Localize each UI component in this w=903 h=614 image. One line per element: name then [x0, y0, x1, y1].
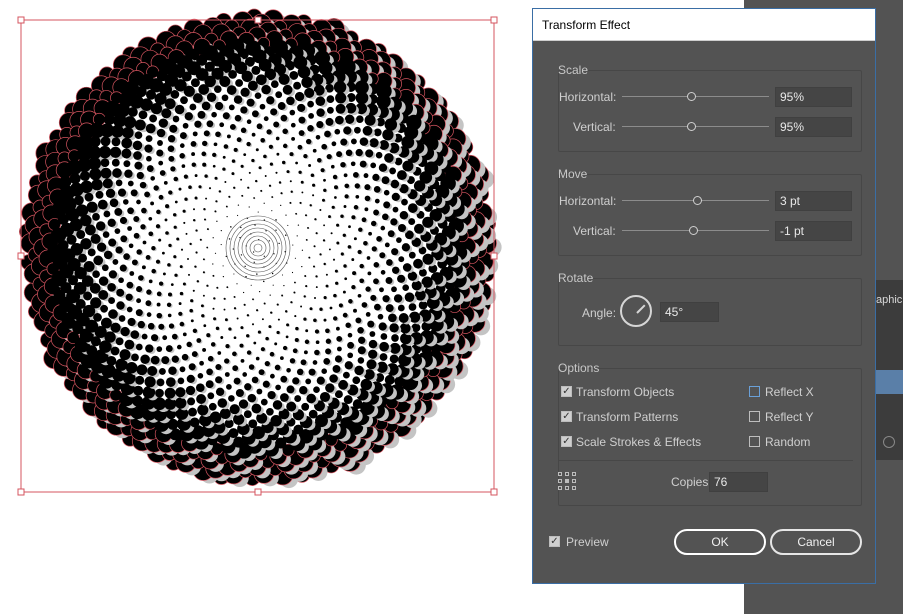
angle-field[interactable]: 45° [660, 302, 719, 322]
resize-handle[interactable] [490, 16, 498, 24]
resize-handle[interactable] [254, 16, 262, 24]
reflect-y-label[interactable]: Reflect Y [765, 410, 813, 424]
resize-handle[interactable] [17, 488, 25, 496]
move-vertical-slider-thumb[interactable] [688, 226, 698, 235]
preview-label[interactable]: Preview [566, 535, 609, 549]
resize-handle[interactable] [17, 252, 25, 260]
move-horizontal-label: Horizontal: [559, 194, 617, 208]
options-section-title: Options [558, 361, 600, 375]
reflect-y-checkbox[interactable] [749, 411, 760, 422]
random-label[interactable]: Random [765, 435, 810, 449]
scale-strokes-label[interactable]: Scale Strokes & Effects [576, 435, 701, 449]
options-divider [559, 460, 853, 461]
scale-vertical-field[interactable]: 95% [775, 117, 852, 137]
move-vertical-label: Vertical: [573, 224, 616, 238]
reflect-x-label[interactable]: Reflect X [765, 385, 814, 399]
resize-handle[interactable] [490, 488, 498, 496]
dialog-titlebar[interactable]: Transform Effect [533, 9, 875, 41]
app-side-panel: aphic [876, 280, 903, 460]
move-section-title: Move [558, 167, 588, 181]
scale-horizontal-field[interactable]: 95% [775, 87, 852, 107]
dialog-title: Transform Effect [542, 18, 631, 32]
scale-vertical-slider-thumb[interactable] [687, 122, 697, 131]
copies-field[interactable]: 76 [709, 472, 768, 492]
scale-section-title: Scale [558, 63, 589, 77]
resize-handle[interactable] [17, 16, 25, 24]
resize-handle[interactable] [254, 488, 262, 496]
move-horizontal-field[interactable]: 3 pt [775, 191, 852, 211]
angle-dial-icon[interactable] [620, 295, 652, 327]
panel-selected-row[interactable] [876, 370, 903, 394]
reflect-x-checkbox[interactable] [749, 386, 760, 397]
scale-vertical-label: Vertical: [573, 120, 616, 134]
spiral-dot-pattern[interactable] [19, 8, 502, 489]
move-group [558, 174, 862, 256]
cancel-button[interactable]: Cancel [770, 529, 862, 555]
transform-objects-label[interactable]: Transform Objects [576, 385, 674, 399]
scale-strokes-checkbox[interactable]: ✓ [561, 436, 572, 447]
move-vertical-field[interactable]: -1 pt [775, 221, 852, 241]
random-checkbox[interactable] [749, 436, 760, 447]
transform-objects-checkbox[interactable]: ✓ [561, 386, 572, 397]
no-symbol-icon[interactable] [883, 436, 895, 448]
preview-checkbox[interactable]: ✓ [549, 536, 560, 547]
reference-point-icon[interactable] [558, 472, 576, 490]
rotate-section-title: Rotate [558, 271, 594, 285]
transform-effect-dialog: Transform Effect Scale Horizontal: 95% V… [532, 8, 876, 584]
resize-handle[interactable] [490, 252, 498, 260]
panel-tab-label[interactable]: aphic [876, 294, 902, 306]
copies-label: Copies [671, 475, 709, 489]
scale-horizontal-label: Horizontal: [559, 90, 617, 104]
angle-label: Angle: [582, 306, 617, 320]
ok-button[interactable]: OK [674, 529, 766, 555]
move-horizontal-slider-thumb[interactable] [692, 196, 702, 205]
scale-group [558, 70, 862, 152]
scale-horizontal-slider-thumb[interactable] [687, 92, 697, 101]
artwork-canvas[interactable] [0, 0, 530, 614]
transform-patterns-checkbox[interactable]: ✓ [561, 411, 572, 422]
transform-patterns-label[interactable]: Transform Patterns [576, 410, 678, 424]
